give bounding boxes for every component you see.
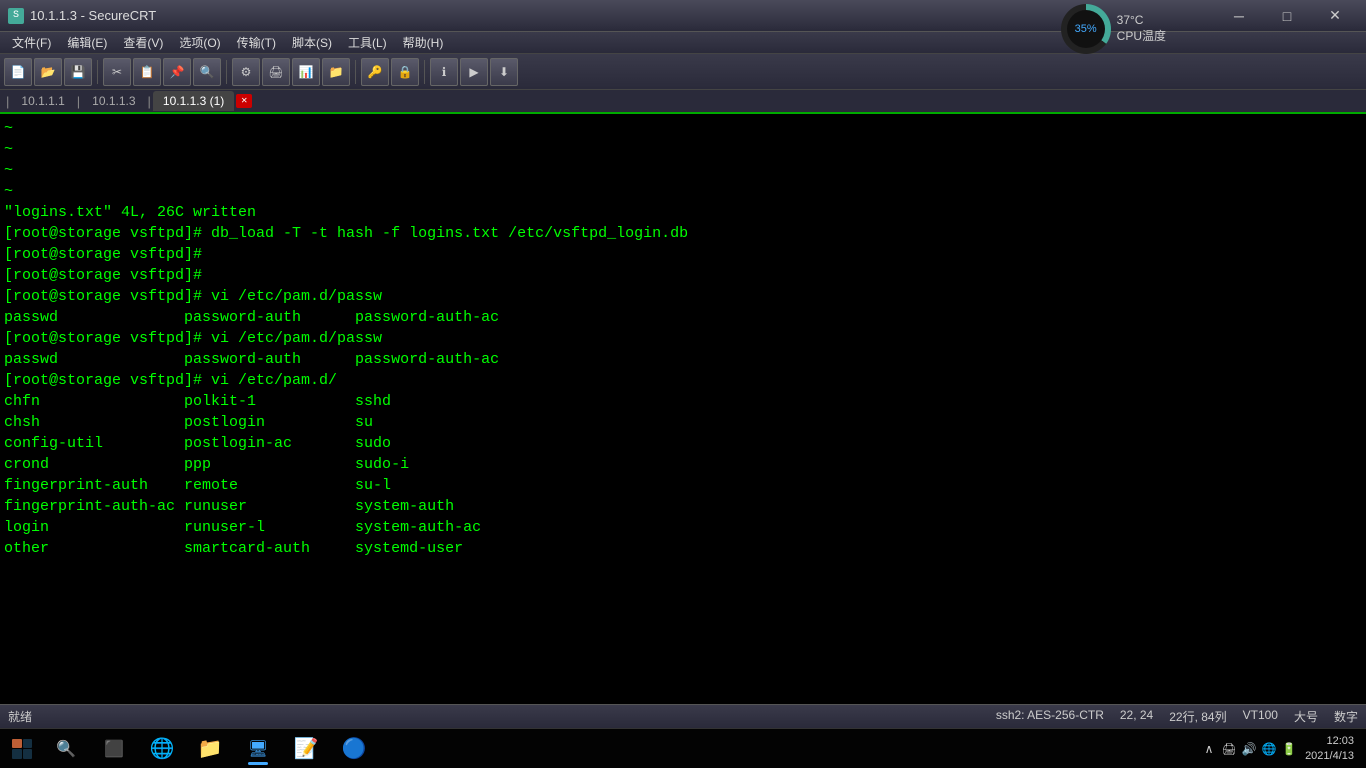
status-crypto: ssh2: AES-256-CTR <box>996 708 1104 725</box>
status-size: 大号 <box>1294 708 1318 725</box>
taskbar-word[interactable]: 📝 <box>284 731 328 767</box>
toolbar-btn-6[interactable]: 📌 <box>163 58 191 86</box>
status-lines: 22行, 84列 <box>1169 708 1226 725</box>
status-right: ssh2: AES-256-CTR 22, 24 22行, 84列 VT100 … <box>996 708 1358 725</box>
toolbar-sep-2 <box>226 60 227 84</box>
toolbar-btn-1[interactable]: 📄 <box>4 58 32 86</box>
toolbar-btn-8[interactable]: ⚙ <box>232 58 260 86</box>
tab-3-active[interactable]: 10.1.1.3 (1) <box>153 91 234 111</box>
terminal-output[interactable]: ~ ~ ~ ~ "logins.txt" 4L, 26C written [ro… <box>0 114 1366 704</box>
window-controls: ─ □ ✕ <box>1216 0 1358 32</box>
toolbar-btn-10[interactable]: 📊 <box>292 58 320 86</box>
status-charset: 数字 <box>1334 708 1358 725</box>
toolbar: 📄 📂 💾 ✂ 📋 📌 🔍 ⚙ 🖨 📊 📁 🔑 🔒 ℹ ▶ ⬇ <box>0 54 1366 90</box>
menu-view[interactable]: 查看(V) <box>115 32 171 53</box>
toolbar-btn-14[interactable]: ℹ <box>430 58 458 86</box>
toolbar-btn-12[interactable]: 🔑 <box>361 58 389 86</box>
taskbar: 🔍 ⬛ 🌐 📁 🖥 📝 🔵 ∧ 🖨 🔊 🌐 🔋 12:03 2021/4/13 <box>0 728 1366 768</box>
close-button[interactable]: ✕ <box>1312 0 1358 32</box>
toolbar-sep-4 <box>424 60 425 84</box>
menu-help[interactable]: 帮助(H) <box>395 32 452 53</box>
tab-bar: | 10.1.1.1 | 10.1.1.3 | 10.1.1.3 (1) ✕ <box>0 90 1366 114</box>
toolbar-btn-9[interactable]: 🖨 <box>262 58 290 86</box>
start-button[interactable] <box>4 731 40 767</box>
tray-chevron[interactable]: ∧ <box>1201 741 1217 757</box>
menu-options[interactable]: 选项(O) <box>171 32 228 53</box>
tray-print[interactable]: 🖨 <box>1221 741 1237 757</box>
tray-network[interactable]: 🌐 <box>1261 741 1277 757</box>
system-tray: ∧ 🖨 🔊 🌐 🔋 <box>1201 741 1297 757</box>
tab-sep-1: | <box>4 94 11 109</box>
tab-1[interactable]: 10.1.1.1 <box>11 91 74 111</box>
cpu-percent: 35% <box>1067 10 1105 48</box>
status-bar: 就绪 ssh2: AES-256-CTR 22, 24 22行, 84列 VT1… <box>0 704 1366 728</box>
tray-speaker[interactable]: 🔊 <box>1241 741 1257 757</box>
windows-logo <box>12 739 32 759</box>
cpu-circle: 35% <box>1061 4 1111 54</box>
toolbar-btn-2[interactable]: 📂 <box>34 58 62 86</box>
toolbar-sep-1 <box>97 60 98 84</box>
title-bar-left: S 10.1.1.3 - SecureCRT <box>8 8 156 24</box>
toolbar-btn-7[interactable]: 🔍 <box>193 58 221 86</box>
taskbar-securecrt[interactable]: 🖥 <box>236 731 280 767</box>
cpu-temp-info: 37°C CPU温度 <box>1117 13 1166 44</box>
menu-script[interactable]: 脚本(S) <box>284 32 340 53</box>
taskbar-edge[interactable]: 🌐 <box>140 731 184 767</box>
taskbar-chrome[interactable]: 🔵 <box>332 731 376 767</box>
toolbar-btn-11[interactable]: 📁 <box>322 58 350 86</box>
status-ready: 就绪 <box>8 708 32 725</box>
menu-file[interactable]: 文件(F) <box>4 32 59 53</box>
tab-sep-3: | <box>146 94 153 109</box>
toolbar-btn-4[interactable]: ✂ <box>103 58 131 86</box>
toolbar-btn-5[interactable]: 📋 <box>133 58 161 86</box>
toolbar-sep-3 <box>355 60 356 84</box>
minimize-button[interactable]: ─ <box>1216 0 1262 32</box>
window-title: 10.1.1.3 - SecureCRT <box>30 8 156 23</box>
status-row: 22, 24 <box>1120 708 1153 725</box>
taskbar-right: ∧ 🖨 🔊 🌐 🔋 12:03 2021/4/13 <box>1201 734 1362 763</box>
cpu-widget: 35% 37°C CPU温度 <box>1061 4 1166 54</box>
menu-tools[interactable]: 工具(L) <box>340 32 395 53</box>
tab-close-button[interactable]: ✕ <box>236 94 252 108</box>
menu-edit[interactable]: 编辑(E) <box>59 32 115 53</box>
taskbar-explorer[interactable]: 📁 <box>188 731 232 767</box>
toolbar-btn-15[interactable]: ▶ <box>460 58 488 86</box>
taskbar-left: 🔍 ⬛ 🌐 📁 🖥 📝 🔵 <box>4 731 376 767</box>
tab-2[interactable]: 10.1.1.3 <box>82 91 145 111</box>
toolbar-btn-3[interactable]: 💾 <box>64 58 92 86</box>
status-term: VT100 <box>1243 708 1278 725</box>
tab-sep-2: | <box>75 94 82 109</box>
taskbar-search[interactable]: 🔍 <box>44 731 88 767</box>
system-clock[interactable]: 12:03 2021/4/13 <box>1305 734 1354 763</box>
maximize-button[interactable]: □ <box>1264 0 1310 32</box>
toolbar-btn-16[interactable]: ⬇ <box>490 58 518 86</box>
taskbar-taskview[interactable]: ⬛ <box>92 731 136 767</box>
app-icon: S <box>8 8 24 24</box>
menu-transfer[interactable]: 传输(T) <box>229 32 284 53</box>
tray-battery[interactable]: 🔋 <box>1281 741 1297 757</box>
title-bar: S 10.1.1.3 - SecureCRT 35% 37°C CPU温度 ─ … <box>0 0 1366 32</box>
toolbar-btn-13[interactable]: 🔒 <box>391 58 419 86</box>
